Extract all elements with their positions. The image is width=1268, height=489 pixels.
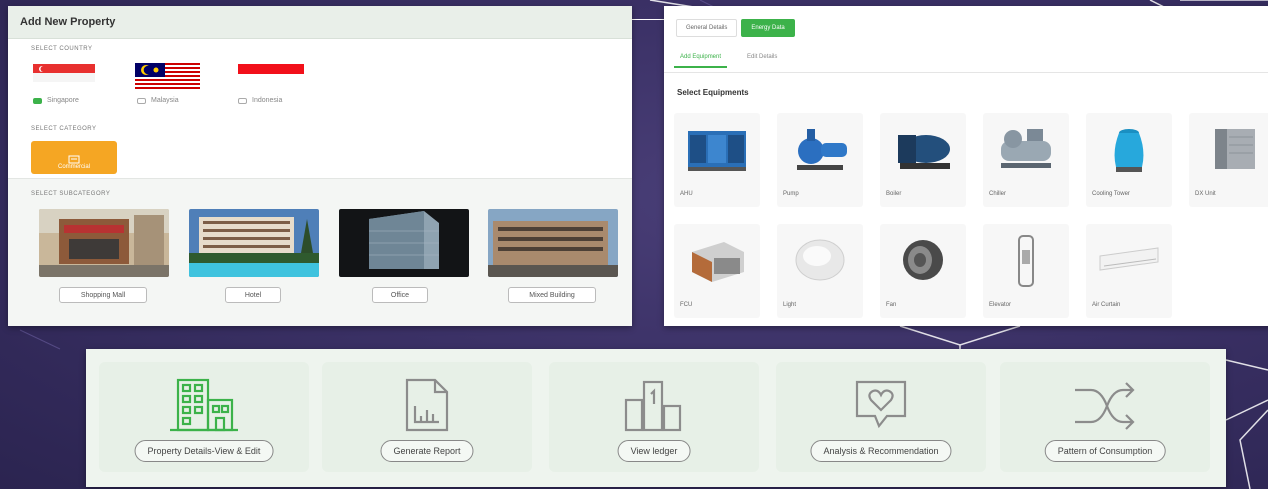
equipment-card-cooling-tower[interactable]: Cooling Tower [1086, 113, 1172, 207]
building-icon [170, 378, 238, 432]
ahu-icon [688, 131, 746, 171]
equipment-card-pump[interactable]: Pump [777, 113, 863, 207]
office-image[interactable] [339, 209, 469, 277]
heart-chat-icon [855, 380, 907, 429]
boiler-icon [898, 135, 950, 169]
air-curtain-icon [1099, 247, 1159, 271]
analysis-recommendation-button[interactable]: Analysis & Recommendation [810, 440, 952, 462]
mixed-building-button[interactable]: Mixed Building [508, 287, 596, 303]
category-label: SELECT CATEGORY [31, 126, 97, 132]
shuffle-arrows-icon [1075, 382, 1135, 430]
subtab-add-equipment[interactable]: Add Equipment [674, 52, 728, 68]
shopping-mall-button[interactable]: Shopping Mall [59, 287, 147, 303]
connector-line [632, 19, 664, 20]
indonesia-flag-icon[interactable] [238, 64, 304, 82]
elevator-icon [1018, 235, 1034, 287]
shopping-mall-image[interactable] [39, 209, 169, 277]
equipment-card-fan[interactable]: Fan [880, 224, 966, 318]
equipment-card-ahu[interactable]: AHU [674, 113, 760, 207]
actions-panel: Property Details-View & Edit Generate Re… [86, 349, 1226, 487]
radio-unchecked-icon [137, 97, 146, 104]
property-details-button[interactable]: Property Details-View & Edit [134, 440, 274, 462]
equipment-card-fcu[interactable]: FCU [674, 224, 760, 318]
panel-title: Add New Property [8, 6, 632, 39]
category-commercial-button[interactable]: Commercial [31, 141, 117, 174]
card-view-ledger[interactable]: View ledger [549, 362, 759, 472]
add-property-panel: Add New Property SELECT COUNTRY Singapor… [8, 6, 632, 326]
card-generate-report[interactable]: Generate Report [322, 362, 532, 472]
office-button[interactable]: Office [372, 287, 428, 303]
malaysia-flag-icon[interactable] [135, 63, 200, 89]
tab-general-details[interactable]: General Details [676, 19, 738, 37]
tab-energy-data[interactable]: Energy Data [741, 19, 795, 37]
subtab-edit-details[interactable]: Edit Details [741, 52, 783, 68]
dx-unit-icon [1215, 129, 1255, 169]
generate-report-button[interactable]: Generate Report [380, 440, 474, 462]
radio-singapore[interactable]: Singapore [33, 97, 79, 104]
divider [664, 72, 1268, 73]
report-chart-icon [405, 378, 449, 432]
card-pattern-consumption[interactable]: Pattern of Consumption [1000, 362, 1210, 472]
subcategory-label: SELECT SUBCATEGORY [31, 191, 111, 197]
singapore-flag-icon[interactable] [33, 64, 95, 82]
pattern-consumption-button[interactable]: Pattern of Consumption [1044, 440, 1166, 462]
equipment-card-air-curtain[interactable]: Air Curtain [1086, 224, 1172, 318]
hotel-image[interactable] [189, 209, 319, 277]
radio-malaysia[interactable]: Malaysia [137, 97, 179, 104]
commercial-icon [68, 155, 80, 164]
country-label: SELECT COUNTRY [31, 46, 93, 52]
ledger-bars-icon [624, 380, 682, 432]
card-analysis-recommendation[interactable]: Analysis & Recommendation [776, 362, 986, 472]
cooling-tower-icon [1114, 129, 1144, 172]
mixed-building-image[interactable] [488, 209, 618, 277]
equipment-card-elevator[interactable]: Elevator [983, 224, 1069, 318]
hotel-button[interactable]: Hotel [225, 287, 281, 303]
equipment-card-light[interactable]: Light [777, 224, 863, 318]
equipment-card-chiller[interactable]: Chiller [983, 113, 1069, 207]
radio-indonesia[interactable]: Indonesia [238, 97, 282, 104]
pump-icon [797, 129, 847, 170]
view-ledger-button[interactable]: View ledger [617, 440, 691, 462]
subcategory-section: SELECT SUBCATEGORY Shopping Mall Hotel O… [8, 178, 632, 326]
equipment-card-boiler[interactable]: Boiler [880, 113, 966, 207]
select-equipments-title: Select Equipments [677, 88, 749, 97]
light-icon [795, 239, 845, 281]
fan-icon [903, 240, 943, 280]
card-property-details[interactable]: Property Details-View & Edit [99, 362, 309, 472]
equipment-card-dx-unit[interactable]: DX Unit [1189, 113, 1268, 207]
fcu-icon [692, 242, 744, 282]
chiller-icon [1001, 129, 1051, 168]
radio-unchecked-icon [238, 97, 247, 104]
radio-checked-icon [33, 97, 42, 104]
equipment-panel: General Details Energy Data Add Equipmen… [664, 6, 1268, 326]
